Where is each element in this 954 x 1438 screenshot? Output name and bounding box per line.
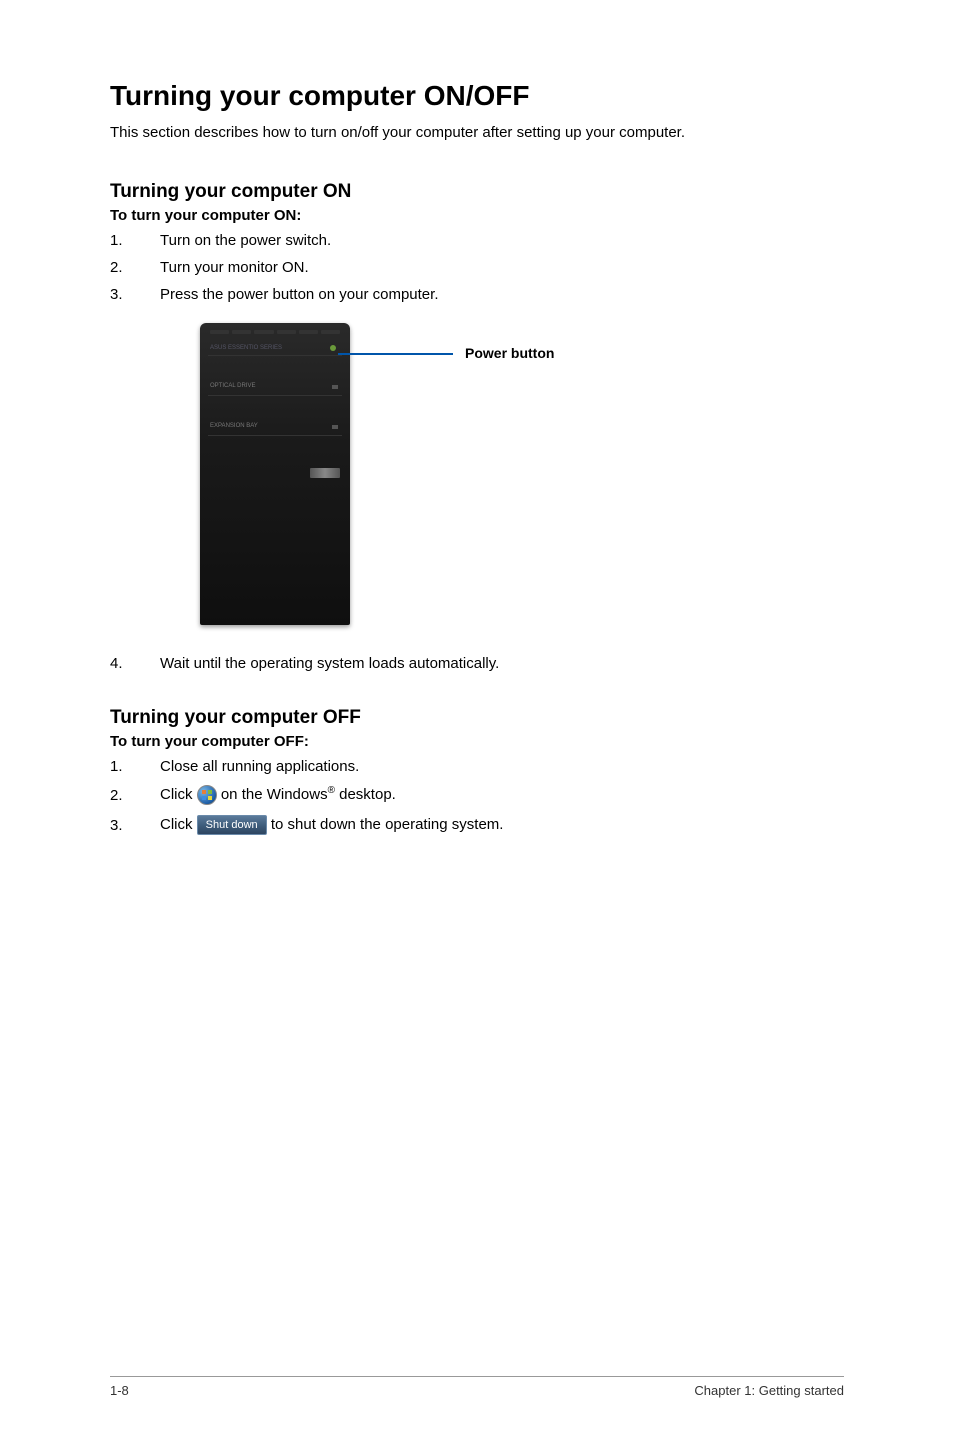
section-heading-off: Turning your computer OFF <box>110 707 844 729</box>
step-text-post-a: on the Windows <box>221 786 328 803</box>
tower-slot <box>208 435 342 436</box>
eject-icon <box>332 425 338 429</box>
step-text: Wait until the operating system loads au… <box>160 655 499 672</box>
step-number: 2. <box>110 787 160 804</box>
step-text: Press the power button on your computer. <box>160 286 439 303</box>
step-number: 2. <box>110 259 160 276</box>
subheading-on: To turn your computer ON: <box>110 207 844 224</box>
tower-slot <box>208 395 342 396</box>
step-text: Click Shut down to shut down the operati… <box>160 815 503 835</box>
step-on-3: 3. Press the power button on your comput… <box>110 286 844 303</box>
callout-line <box>338 353 453 355</box>
step-text-pre: Click <box>160 816 197 833</box>
step-text: Click on the Windows® desktop. <box>160 785 396 805</box>
step-text: Turn your monitor ON. <box>160 259 309 276</box>
tower-label-optical: OPTICAL DRIVE <box>210 383 255 389</box>
step-on-4: 4. Wait until the operating system loads… <box>110 655 844 672</box>
tower-label-expansion: EXPANSION BAY <box>210 423 258 429</box>
step-text-pre: Click <box>160 786 197 803</box>
intro-paragraph: This section describes how to turn on/of… <box>110 124 844 141</box>
tower-label-series: ASUS ESSENTIO SERIES <box>210 345 282 351</box>
computer-tower-illustration: ASUS ESSENTIO SERIES OPTICAL DRIVE EXPAN… <box>200 323 350 625</box>
steps-on-list: 1. Turn on the power switch. 2. Turn you… <box>110 232 844 303</box>
steps-off-list: 1. Close all running applications. 2. Cl… <box>110 758 844 835</box>
section-heading-on: Turning your computer ON <box>110 181 844 203</box>
step-number: 3. <box>110 286 160 303</box>
page-title: Turning your computer ON/OFF <box>110 80 844 112</box>
shutdown-button-icon: Shut down <box>197 815 267 835</box>
windows-start-icon <box>197 785 217 805</box>
steps-on-list-continued: 4. Wait until the operating system loads… <box>110 655 844 672</box>
step-text-post-b: desktop. <box>335 786 396 803</box>
power-button-icon <box>330 345 336 351</box>
tower-slot <box>208 355 342 356</box>
step-off-3: 3. Click Shut down to shut down the oper… <box>110 815 844 835</box>
step-text: Turn on the power switch. <box>160 232 331 249</box>
step-text: Close all running applications. <box>160 758 359 775</box>
chapter-label: Chapter 1: Getting started <box>694 1383 844 1398</box>
step-number: 4. <box>110 655 160 672</box>
step-on-1: 1. Turn on the power switch. <box>110 232 844 249</box>
step-text-post: to shut down the operating system. <box>271 816 504 833</box>
page-footer: 1-8 Chapter 1: Getting started <box>110 1376 844 1398</box>
step-off-1: 1. Close all running applications. <box>110 758 844 775</box>
figure-power-button: ASUS ESSENTIO SERIES OPTICAL DRIVE EXPAN… <box>200 323 844 625</box>
step-number: 1. <box>110 758 160 775</box>
tower-vents <box>210 327 340 337</box>
front-ports-icon <box>310 468 340 478</box>
step-number: 1. <box>110 232 160 249</box>
registered-mark: ® <box>328 785 335 796</box>
page-number: 1-8 <box>110 1383 129 1398</box>
subheading-off: To turn your computer OFF: <box>110 733 844 750</box>
step-on-2: 2. Turn your monitor ON. <box>110 259 844 276</box>
callout-label: Power button <box>465 345 554 361</box>
step-number: 3. <box>110 817 160 834</box>
eject-icon <box>332 385 338 389</box>
step-off-2: 2. Click on the Windows® desktop. <box>110 785 844 805</box>
